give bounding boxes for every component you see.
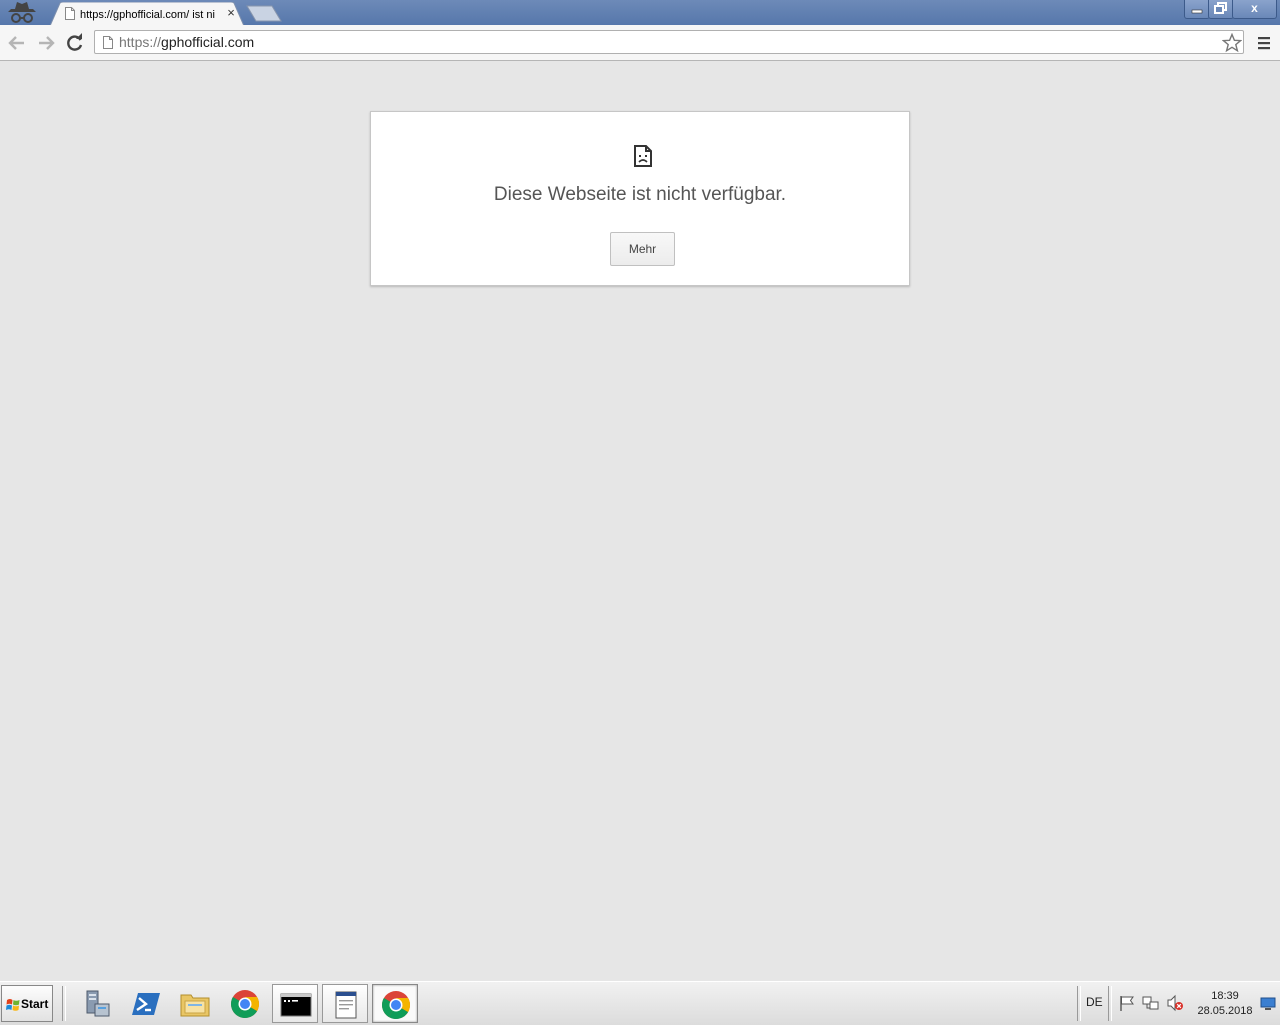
start-label: Start xyxy=(21,997,49,1011)
taskbar-cmd[interactable] xyxy=(272,984,318,1023)
restore-button[interactable] xyxy=(1208,0,1234,19)
network-icon[interactable] xyxy=(1142,994,1160,1012)
url-text[interactable]: https://gphofficial.com xyxy=(119,31,254,53)
action-center-flag-icon[interactable] xyxy=(1118,994,1136,1012)
minimize-button[interactable] xyxy=(1184,0,1210,19)
powershell-icon xyxy=(132,993,160,1015)
more-button[interactable]: Mehr xyxy=(610,232,675,266)
taskbar-separator xyxy=(1108,986,1112,1021)
reload-icon xyxy=(67,33,83,51)
taskbar-powershell[interactable] xyxy=(123,984,169,1023)
notepad-icon xyxy=(335,991,357,1019)
incognito-icon xyxy=(2,0,42,25)
tab-close-button[interactable]: × xyxy=(223,5,239,21)
url-scheme: https:// xyxy=(119,34,162,50)
explorer-icon xyxy=(180,994,210,1017)
browser-title-bar: https://gphofficial.com/ ist ni × x xyxy=(0,0,1280,26)
chrome-icon xyxy=(382,991,410,1019)
bookmark-star-icon[interactable] xyxy=(1221,32,1243,53)
reload-button[interactable] xyxy=(64,32,86,54)
cmd-icon xyxy=(280,993,312,1017)
error-title: Diese Webseite ist nicht verfügbar. xyxy=(493,184,787,205)
show-desktop-icon[interactable] xyxy=(1259,994,1277,1012)
taskbar-notepad[interactable] xyxy=(322,984,368,1023)
error-card: Diese Webseite ist nicht verfügbar. Mehr xyxy=(370,111,910,286)
taskbar-separator xyxy=(62,986,66,1021)
volume-muted-icon[interactable] xyxy=(1166,994,1184,1012)
sad-page-icon xyxy=(634,145,652,167)
taskbar-server-manager[interactable] xyxy=(74,984,120,1023)
page-icon xyxy=(65,7,75,20)
arrow-right-icon xyxy=(39,36,55,50)
language-indicator[interactable]: DE xyxy=(1086,995,1103,1009)
menu-icon[interactable] xyxy=(1254,34,1274,52)
taskbar-chrome[interactable] xyxy=(222,984,268,1023)
url-host: gphofficial.com xyxy=(161,34,255,50)
browser-tab-active[interactable]: https://gphofficial.com/ ist ni × xyxy=(50,2,244,26)
close-window-button[interactable]: x xyxy=(1232,0,1277,19)
back-button[interactable] xyxy=(6,32,28,54)
arrow-left-icon xyxy=(8,36,24,50)
taskbar-separator xyxy=(1077,986,1081,1021)
clock-time[interactable]: 18:39 xyxy=(1196,990,1254,1002)
tab-title: https://gphofficial.com/ ist ni xyxy=(80,9,215,21)
forward-button[interactable] xyxy=(35,32,57,54)
start-button[interactable]: Start xyxy=(1,985,53,1022)
taskbar-explorer[interactable] xyxy=(172,984,218,1023)
page-icon xyxy=(103,36,113,49)
taskbar: Start DE 18:39 28.05.2018 xyxy=(0,981,1280,1025)
browser-toolbar: https://gphofficial.com xyxy=(0,25,1280,61)
address-bar[interactable]: https://gphofficial.com xyxy=(94,30,1244,54)
clock-date[interactable]: 28.05.2018 xyxy=(1196,1005,1254,1017)
taskbar-chrome-active[interactable] xyxy=(372,984,418,1023)
new-tab-button[interactable] xyxy=(246,5,282,22)
windows-logo-icon xyxy=(6,999,20,1011)
server-manager-icon xyxy=(86,990,110,1017)
chrome-icon xyxy=(231,990,259,1018)
